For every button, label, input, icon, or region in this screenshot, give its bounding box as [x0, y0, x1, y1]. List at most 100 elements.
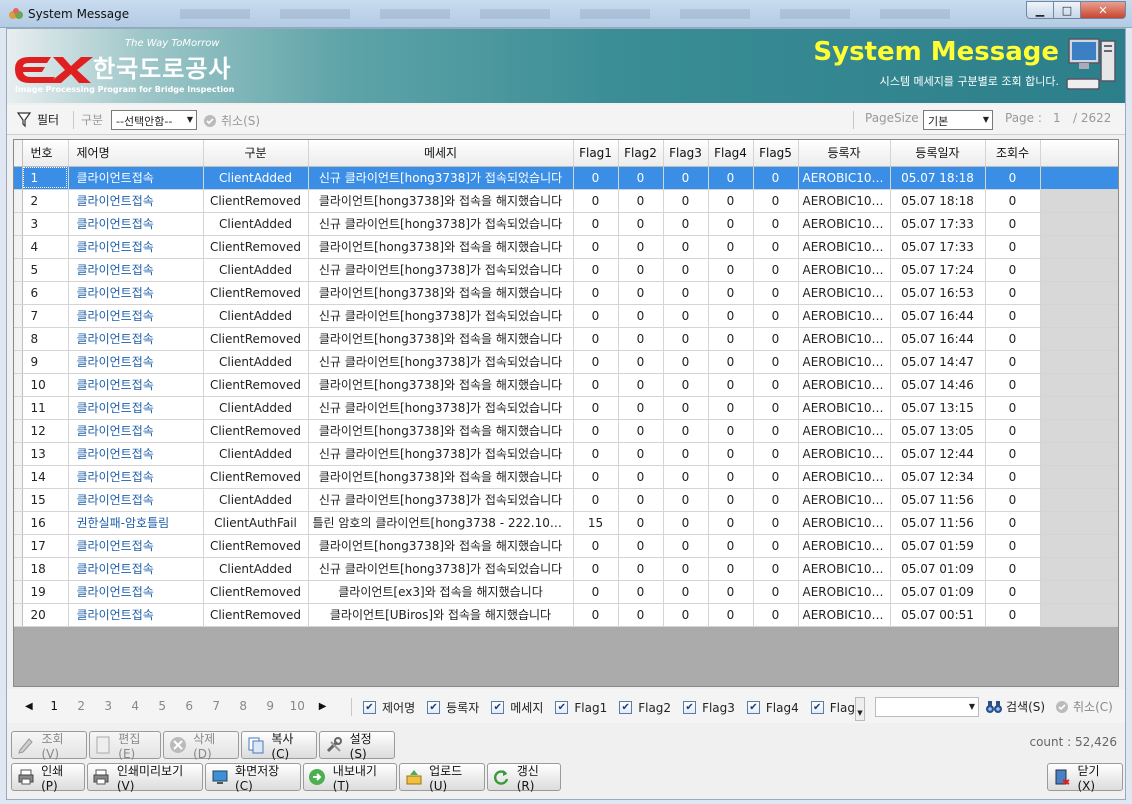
- cell-no[interactable]: 6: [22, 281, 69, 305]
- cell-f2[interactable]: 0: [618, 488, 664, 512]
- page-link[interactable]: 5: [149, 699, 176, 713]
- cell-views[interactable]: 0: [985, 327, 1041, 351]
- cell-f2[interactable]: 0: [618, 557, 664, 581]
- cell-msg[interactable]: 신규 클라이언트[hong3738]가 접속되었습니다: [308, 557, 574, 581]
- row-indicator[interactable]: [14, 327, 23, 351]
- cell-f2[interactable]: 0: [618, 373, 664, 397]
- row-indicator[interactable]: [14, 350, 23, 374]
- cell-name[interactable]: 클라이언트접속: [68, 557, 204, 581]
- cell-f5[interactable]: 0: [753, 258, 799, 282]
- cell-msg[interactable]: 신규 클라이언트[hong3738]가 접속되었습니다: [308, 258, 574, 282]
- cell-f2[interactable]: 0: [618, 511, 664, 535]
- cell-views[interactable]: 0: [985, 511, 1041, 535]
- column-header[interactable]: 구분: [203, 140, 309, 167]
- column-toggle-checkbox[interactable]: ✔ Flag3: [683, 701, 735, 715]
- toggle-scroll-icon[interactable]: ▼: [855, 697, 865, 721]
- cell-f4[interactable]: 0: [708, 511, 754, 535]
- cell-f3[interactable]: 0: [663, 235, 709, 259]
- cell-type[interactable]: ClientRemoved: [203, 373, 309, 397]
- cell-type[interactable]: ClientAdded: [203, 488, 309, 512]
- cell-f1[interactable]: 0: [573, 557, 619, 581]
- cell-f4[interactable]: 0: [708, 212, 754, 236]
- cell-f3[interactable]: 0: [663, 327, 709, 351]
- cell-f1[interactable]: 0: [573, 419, 619, 443]
- column-toggle-checkbox[interactable]: ✔ Flag4: [746, 701, 799, 715]
- cell-f5[interactable]: 0: [753, 419, 799, 443]
- cell-name[interactable]: 권한실패-암호틀림: [68, 511, 204, 535]
- cell-no[interactable]: 13: [22, 442, 69, 466]
- cell-f4[interactable]: 0: [708, 580, 754, 604]
- cell-type[interactable]: ClientAuthFail: [203, 511, 309, 535]
- cell-f3[interactable]: 0: [663, 580, 709, 604]
- cell-no[interactable]: 2: [22, 189, 69, 213]
- cell-f3[interactable]: 0: [663, 419, 709, 443]
- cell-type[interactable]: ClientRemoved: [203, 189, 309, 213]
- cell-f3[interactable]: 0: [663, 488, 709, 512]
- cell-f2[interactable]: 0: [618, 580, 664, 604]
- cell-type[interactable]: ClientRemoved: [203, 603, 309, 627]
- cell-name[interactable]: 클라이언트접속: [68, 166, 204, 190]
- cell-views[interactable]: 0: [985, 350, 1041, 374]
- cell-user[interactable]: AEROBIC1004: [798, 281, 891, 305]
- cell-f2[interactable]: 0: [618, 327, 664, 351]
- page-link[interactable]: 4: [122, 699, 149, 713]
- cell-views[interactable]: 0: [985, 534, 1041, 558]
- cell-f1[interactable]: 0: [573, 212, 619, 236]
- column-header[interactable]: 제어명: [68, 140, 204, 167]
- column-header[interactable]: 조회수: [985, 140, 1041, 167]
- filter-cancel-button[interactable]: 취소(S): [203, 112, 260, 129]
- cell-f2[interactable]: 0: [618, 189, 664, 213]
- cell-no[interactable]: 9: [22, 350, 69, 374]
- search-field-select[interactable]: [875, 697, 979, 717]
- cell-user[interactable]: AEROBIC1004: [798, 235, 891, 259]
- cell-user[interactable]: AEROBIC1004: [798, 212, 891, 236]
- cell-f4[interactable]: 0: [708, 465, 754, 489]
- cell-type[interactable]: ClientAdded: [203, 396, 309, 420]
- cell-f5[interactable]: 0: [753, 580, 799, 604]
- cell-msg[interactable]: 신규 클라이언트[hong3738]가 접속되었습니다: [308, 442, 574, 466]
- table-row[interactable]: 8 클라이언트접속 ClientRemoved 클라이언트[hong3738]와 접속…: [14, 327, 1118, 351]
- category-select[interactable]: --선택안함--: [111, 110, 197, 130]
- row-indicator[interactable]: [14, 396, 23, 420]
- cell-views[interactable]: 0: [985, 557, 1041, 581]
- cell-name[interactable]: 클라이언트접속: [68, 465, 204, 489]
- cell-views[interactable]: 0: [985, 396, 1041, 420]
- column-toggle-checkbox[interactable]: ✔ 제어명: [363, 699, 415, 716]
- cell-type[interactable]: ClientRemoved: [203, 419, 309, 443]
- cell-date[interactable]: 05.07 01:09: [890, 580, 986, 604]
- view-button[interactable]: 조회(V): [11, 731, 87, 761]
- search-button[interactable]: 검색(S): [985, 698, 1045, 715]
- cell-f3[interactable]: 0: [663, 603, 709, 627]
- column-header[interactable]: 등록일자: [890, 140, 986, 167]
- cell-f3[interactable]: 0: [663, 534, 709, 558]
- cell-type[interactable]: ClientRemoved: [203, 534, 309, 558]
- cell-name[interactable]: 클라이언트접속: [68, 488, 204, 512]
- cell-views[interactable]: 0: [985, 580, 1041, 604]
- cell-msg[interactable]: 클라이언트[ex3]와 접속을 해지했습니다: [308, 580, 574, 604]
- page-link[interactable]: 9: [257, 699, 284, 713]
- page-link[interactable]: 10: [284, 699, 311, 713]
- cell-no[interactable]: 1: [22, 166, 69, 190]
- cell-user[interactable]: AEROBIC1004: [798, 580, 891, 604]
- cell-f2[interactable]: 0: [618, 258, 664, 282]
- cell-f4[interactable]: 0: [708, 258, 754, 282]
- cell-date[interactable]: 05.07 17:24: [890, 258, 986, 282]
- row-indicator[interactable]: [14, 603, 23, 627]
- cell-f2[interactable]: 0: [618, 281, 664, 305]
- cell-views[interactable]: 0: [985, 373, 1041, 397]
- cell-f2[interactable]: 0: [618, 304, 664, 328]
- cell-name[interactable]: 클라이언트접속: [68, 373, 204, 397]
- cell-no[interactable]: 14: [22, 465, 69, 489]
- cell-f4[interactable]: 0: [708, 350, 754, 374]
- cell-f3[interactable]: 0: [663, 258, 709, 282]
- cell-f2[interactable]: 0: [618, 465, 664, 489]
- cell-no[interactable]: 10: [22, 373, 69, 397]
- cell-no[interactable]: 16: [22, 511, 69, 535]
- cell-no[interactable]: 11: [22, 396, 69, 420]
- column-header[interactable]: Flag1: [573, 140, 619, 167]
- save-screen-button[interactable]: 화면저장(C): [205, 763, 301, 793]
- cell-user[interactable]: AEROBIC1004: [798, 258, 891, 282]
- pagesize-select[interactable]: 기본: [923, 110, 993, 130]
- export-button[interactable]: 내보내기(T): [303, 763, 397, 793]
- table-row[interactable]: 16 권한실패-암호틀림 ClientAuthFail 틀린 암호의 클라이언트[ho…: [14, 511, 1118, 535]
